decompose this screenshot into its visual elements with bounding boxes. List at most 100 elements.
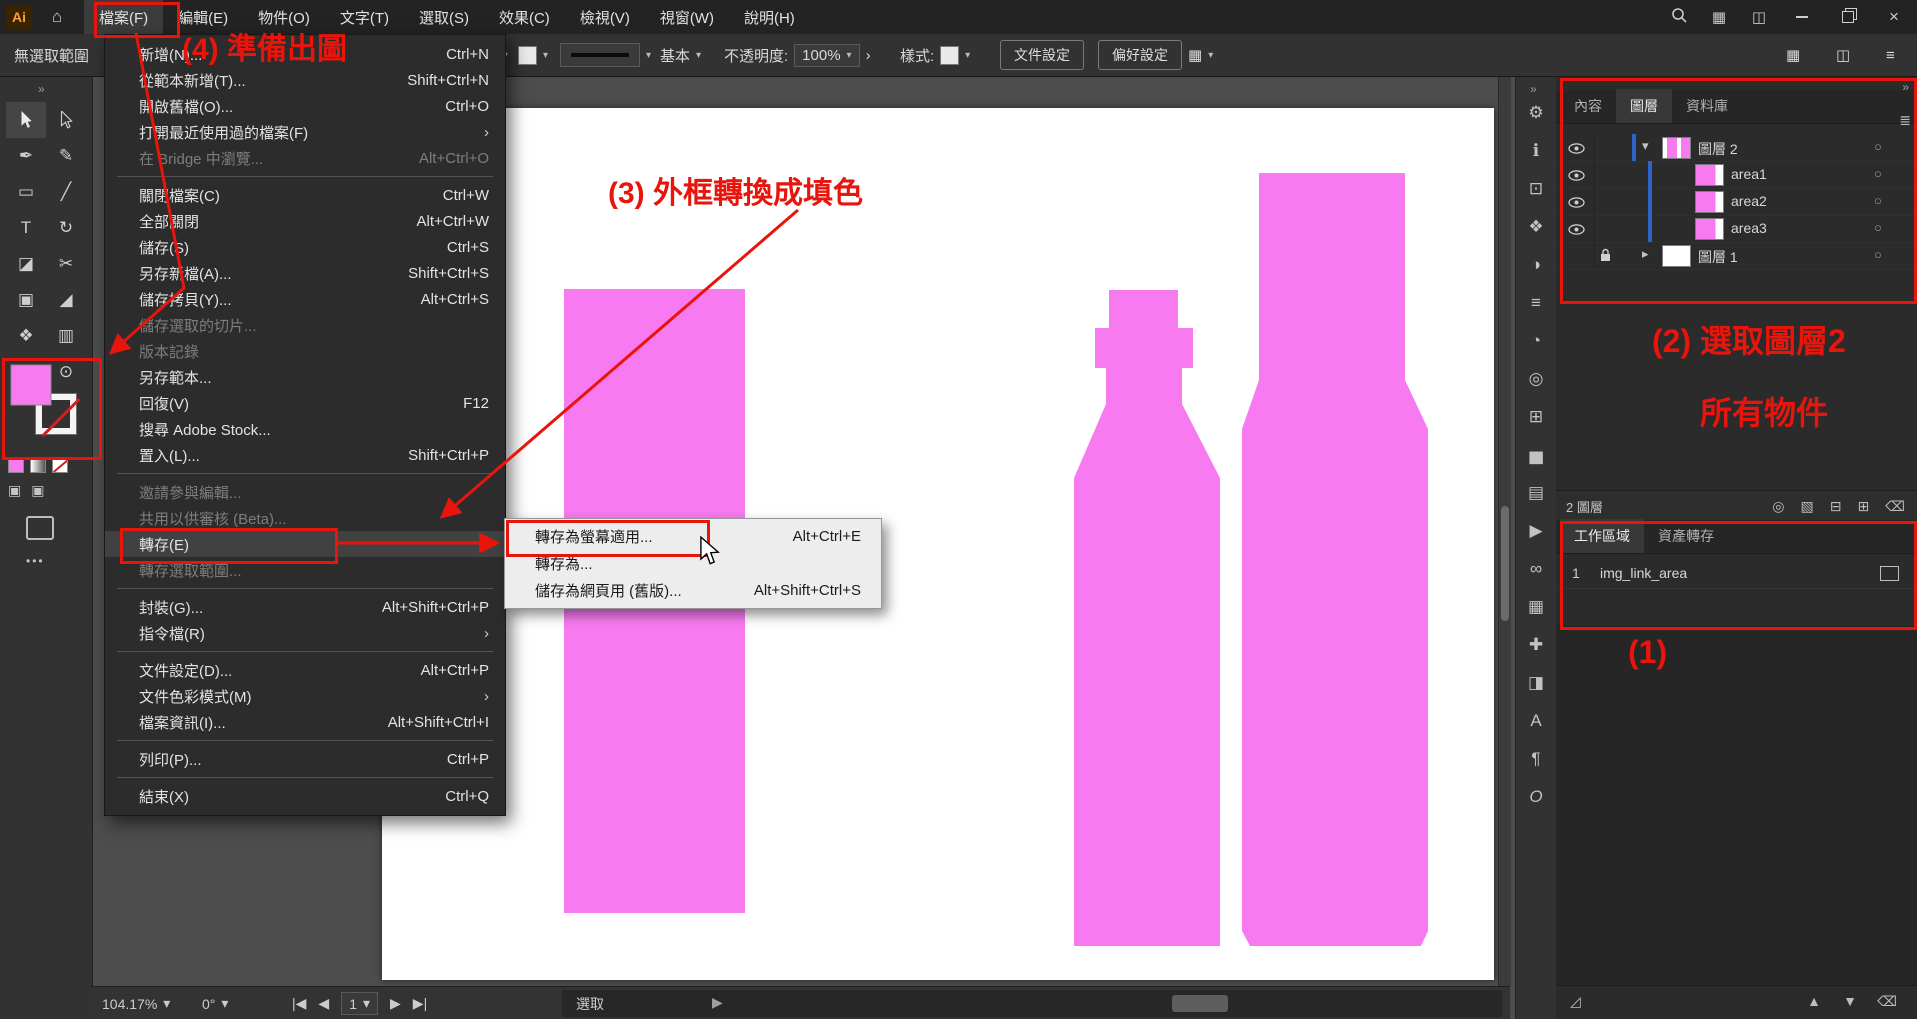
pen-tool[interactable]: ✒ bbox=[6, 138, 46, 174]
menu-item-revert[interactable]: 回復(V)F12 bbox=[105, 390, 505, 416]
rectangle-tool[interactable]: ▭ bbox=[6, 174, 46, 210]
target-circle-icon[interactable]: ○ bbox=[1874, 247, 1882, 262]
draw-normal-icon[interactable]: ▣ bbox=[8, 482, 21, 499]
lock-icon[interactable] bbox=[1600, 248, 1611, 266]
minimize-button[interactable] bbox=[1779, 0, 1825, 34]
rotate-tool[interactable]: ↻ bbox=[46, 210, 86, 246]
target-circle-icon[interactable]: ○ bbox=[1874, 139, 1882, 154]
layer-row[interactable]: area2 ○ bbox=[1556, 188, 1917, 216]
menu-item-export[interactable]: 轉存(E)› bbox=[105, 531, 505, 557]
menu-item-save-as-template[interactable]: 另存範本... bbox=[105, 364, 505, 390]
visibility-toggle-icon[interactable] bbox=[1568, 195, 1585, 212]
delete-icon[interactable]: ⌫ bbox=[1877, 993, 1897, 1010]
info-icon[interactable]: ℹ bbox=[1533, 142, 1539, 159]
puppet-warp-icon[interactable]: ✚ bbox=[1529, 636, 1543, 653]
actions-icon[interactable]: ▶ bbox=[1529, 522, 1542, 539]
tab-layers[interactable]: 圖層 bbox=[1616, 89, 1672, 123]
menu-item-open[interactable]: 開啟舊檔(O)...Ctrl+O bbox=[105, 93, 505, 119]
restore-button[interactable] bbox=[1825, 0, 1871, 34]
make-clip-mask-icon[interactable]: ▧ bbox=[1801, 498, 1814, 515]
type-tool[interactable]: T bbox=[6, 210, 46, 246]
target-circle-icon[interactable]: ○ bbox=[1874, 166, 1882, 181]
workspace-icon[interactable]: ▦ bbox=[1699, 8, 1739, 26]
layer-thumbnail[interactable] bbox=[1695, 218, 1724, 240]
new-sublayer-icon[interactable]: ⊟ bbox=[1830, 498, 1842, 515]
document-setup-button[interactable]: 文件設定 bbox=[1000, 40, 1084, 70]
color-mode-icon[interactable] bbox=[8, 458, 24, 473]
resize-icon[interactable]: ◿ bbox=[1570, 993, 1581, 1010]
last-artboard-icon[interactable]: ▶| bbox=[413, 995, 427, 1012]
target-circle-icon[interactable]: ○ bbox=[1874, 193, 1882, 208]
rotation-dropdown[interactable]: 0° ▾ bbox=[202, 987, 228, 1019]
paragraph-icon[interactable]: ¶ bbox=[1531, 750, 1540, 767]
control-menu-icon[interactable]: ≡ bbox=[1886, 34, 1895, 76]
menu-item-package[interactable]: 封裝(G)...Alt+Shift+Ctrl+P bbox=[105, 594, 505, 620]
strip-collapse-icon[interactable]: » bbox=[1530, 82, 1537, 96]
menu-object[interactable]: 物件(O) bbox=[243, 0, 325, 34]
tab-artboards[interactable]: 工作區域 bbox=[1560, 519, 1644, 553]
vertical-scrollbar-handle[interactable] bbox=[1501, 506, 1509, 621]
menu-item-export-as[interactable]: 轉存為... bbox=[505, 550, 881, 577]
fill-color-swatch[interactable] bbox=[10, 364, 54, 408]
layer-row[interactable]: area3 ○ bbox=[1556, 215, 1917, 243]
menu-item-file-info[interactable]: 檔案資訊(I)...Alt+Shift+Ctrl+I bbox=[105, 709, 505, 735]
menu-item-save-a-copy[interactable]: 儲存拷貝(Y)...Alt+Ctrl+S bbox=[105, 286, 505, 312]
artboards-icon[interactable]: ◨ bbox=[1528, 674, 1544, 691]
properties-icon[interactable]: ⚙ bbox=[1528, 104, 1543, 121]
menu-type[interactable]: 文字(T) bbox=[325, 0, 404, 34]
menu-item-new-from-template[interactable]: 從範本新增(T)...Shift+Ctrl+N bbox=[105, 67, 505, 93]
menu-item-document-color-mode[interactable]: 文件色彩模式(M)› bbox=[105, 683, 505, 709]
more-tools-icon[interactable]: ••• bbox=[26, 554, 45, 568]
toolbar-collapse-icon[interactable]: » bbox=[38, 82, 45, 96]
arrange-documents-icon[interactable]: ◫ bbox=[1739, 8, 1779, 26]
panel-menu-icon[interactable]: ≣ bbox=[1899, 112, 1911, 129]
menu-item-export-for-screens[interactable]: 轉存為螢幕適用...Alt+Ctrl+E bbox=[505, 523, 881, 550]
stroke-color-dropdown[interactable]: ▾ bbox=[518, 34, 548, 76]
zoom-dropdown[interactable]: 104.17% ▾ bbox=[102, 987, 170, 1019]
artboard-number-dropdown[interactable]: 1 ▾ bbox=[341, 992, 378, 1015]
tab-content[interactable]: 內容 bbox=[1560, 89, 1616, 123]
menu-edit[interactable]: 編輯(E) bbox=[163, 0, 243, 34]
menu-item-save-for-web-legacy[interactable]: 儲存為網頁用 (舊版)...Alt+Shift+Ctrl+S bbox=[505, 577, 881, 604]
artboard-row[interactable]: 1 img_link_area bbox=[1556, 560, 1917, 589]
opentype-icon[interactable]: O bbox=[1529, 788, 1542, 805]
eraser-tool[interactable]: ◪ bbox=[6, 246, 46, 282]
gradient-icon[interactable]: ◑ bbox=[1531, 256, 1541, 273]
search-icon[interactable] bbox=[1659, 7, 1699, 27]
transparency-icon[interactable]: ◔ bbox=[1531, 332, 1541, 349]
status-flyout-icon[interactable]: ▶ bbox=[712, 994, 723, 1011]
menu-item-save-as[interactable]: 另存新檔(A)...Shift+Ctrl+S bbox=[105, 260, 505, 286]
prev-artboard-icon[interactable]: ◀ bbox=[318, 995, 329, 1012]
selection-tool[interactable] bbox=[6, 102, 46, 138]
layer-thumbnail[interactable] bbox=[1662, 245, 1691, 267]
stroke-width-dropdown[interactable]: ▾ bbox=[560, 34, 651, 76]
links-icon[interactable]: ∞ bbox=[1530, 560, 1542, 577]
direct-selection-tool[interactable] bbox=[46, 102, 86, 138]
swatches-icon[interactable]: ▤ bbox=[1528, 484, 1544, 501]
menu-item-open-recent[interactable]: 打開最近使用過的檔案(F)› bbox=[105, 119, 505, 145]
style-swatch[interactable] bbox=[940, 46, 959, 65]
menu-window[interactable]: 視窗(W) bbox=[645, 0, 729, 34]
close-button[interactable]: × bbox=[1871, 0, 1917, 34]
menu-effect[interactable]: 效果(C) bbox=[484, 0, 565, 34]
layer-row[interactable]: ▸ 圖層 1 ○ bbox=[1556, 242, 1917, 270]
transform-icon[interactable]: ⊡ bbox=[1529, 180, 1543, 197]
grid-snap-icon[interactable]: ▦ bbox=[1786, 34, 1800, 76]
delete-icon[interactable]: ⌫ bbox=[1885, 498, 1905, 515]
appearance-icon[interactable]: ◎ bbox=[1529, 370, 1544, 387]
snap-options-icon[interactable]: ◫ bbox=[1836, 34, 1850, 76]
visibility-toggle-icon[interactable] bbox=[1568, 141, 1585, 158]
move-up-icon[interactable]: ▲ bbox=[1807, 993, 1821, 1009]
next-artboard-icon[interactable]: ▶ bbox=[390, 995, 401, 1012]
layer-row[interactable]: area1 ○ bbox=[1556, 161, 1917, 189]
align-dropdown[interactable]: ▦ ▾ bbox=[1188, 34, 1213, 76]
artboard-icon[interactable] bbox=[1880, 566, 1899, 581]
layer-thumbnail[interactable] bbox=[1695, 164, 1724, 186]
first-artboard-icon[interactable]: |◀ bbox=[292, 995, 306, 1012]
visibility-toggle-icon[interactable] bbox=[1568, 222, 1585, 239]
opacity-stepper-icon[interactable]: › bbox=[866, 47, 871, 64]
graph-icon[interactable]: ▅ bbox=[1529, 446, 1542, 463]
shape-builder-tool[interactable]: ▣ bbox=[6, 282, 46, 318]
menu-item-exit[interactable]: 結束(X)Ctrl+Q bbox=[105, 783, 505, 809]
tab-asset-export[interactable]: 資產轉存 bbox=[1644, 519, 1728, 553]
